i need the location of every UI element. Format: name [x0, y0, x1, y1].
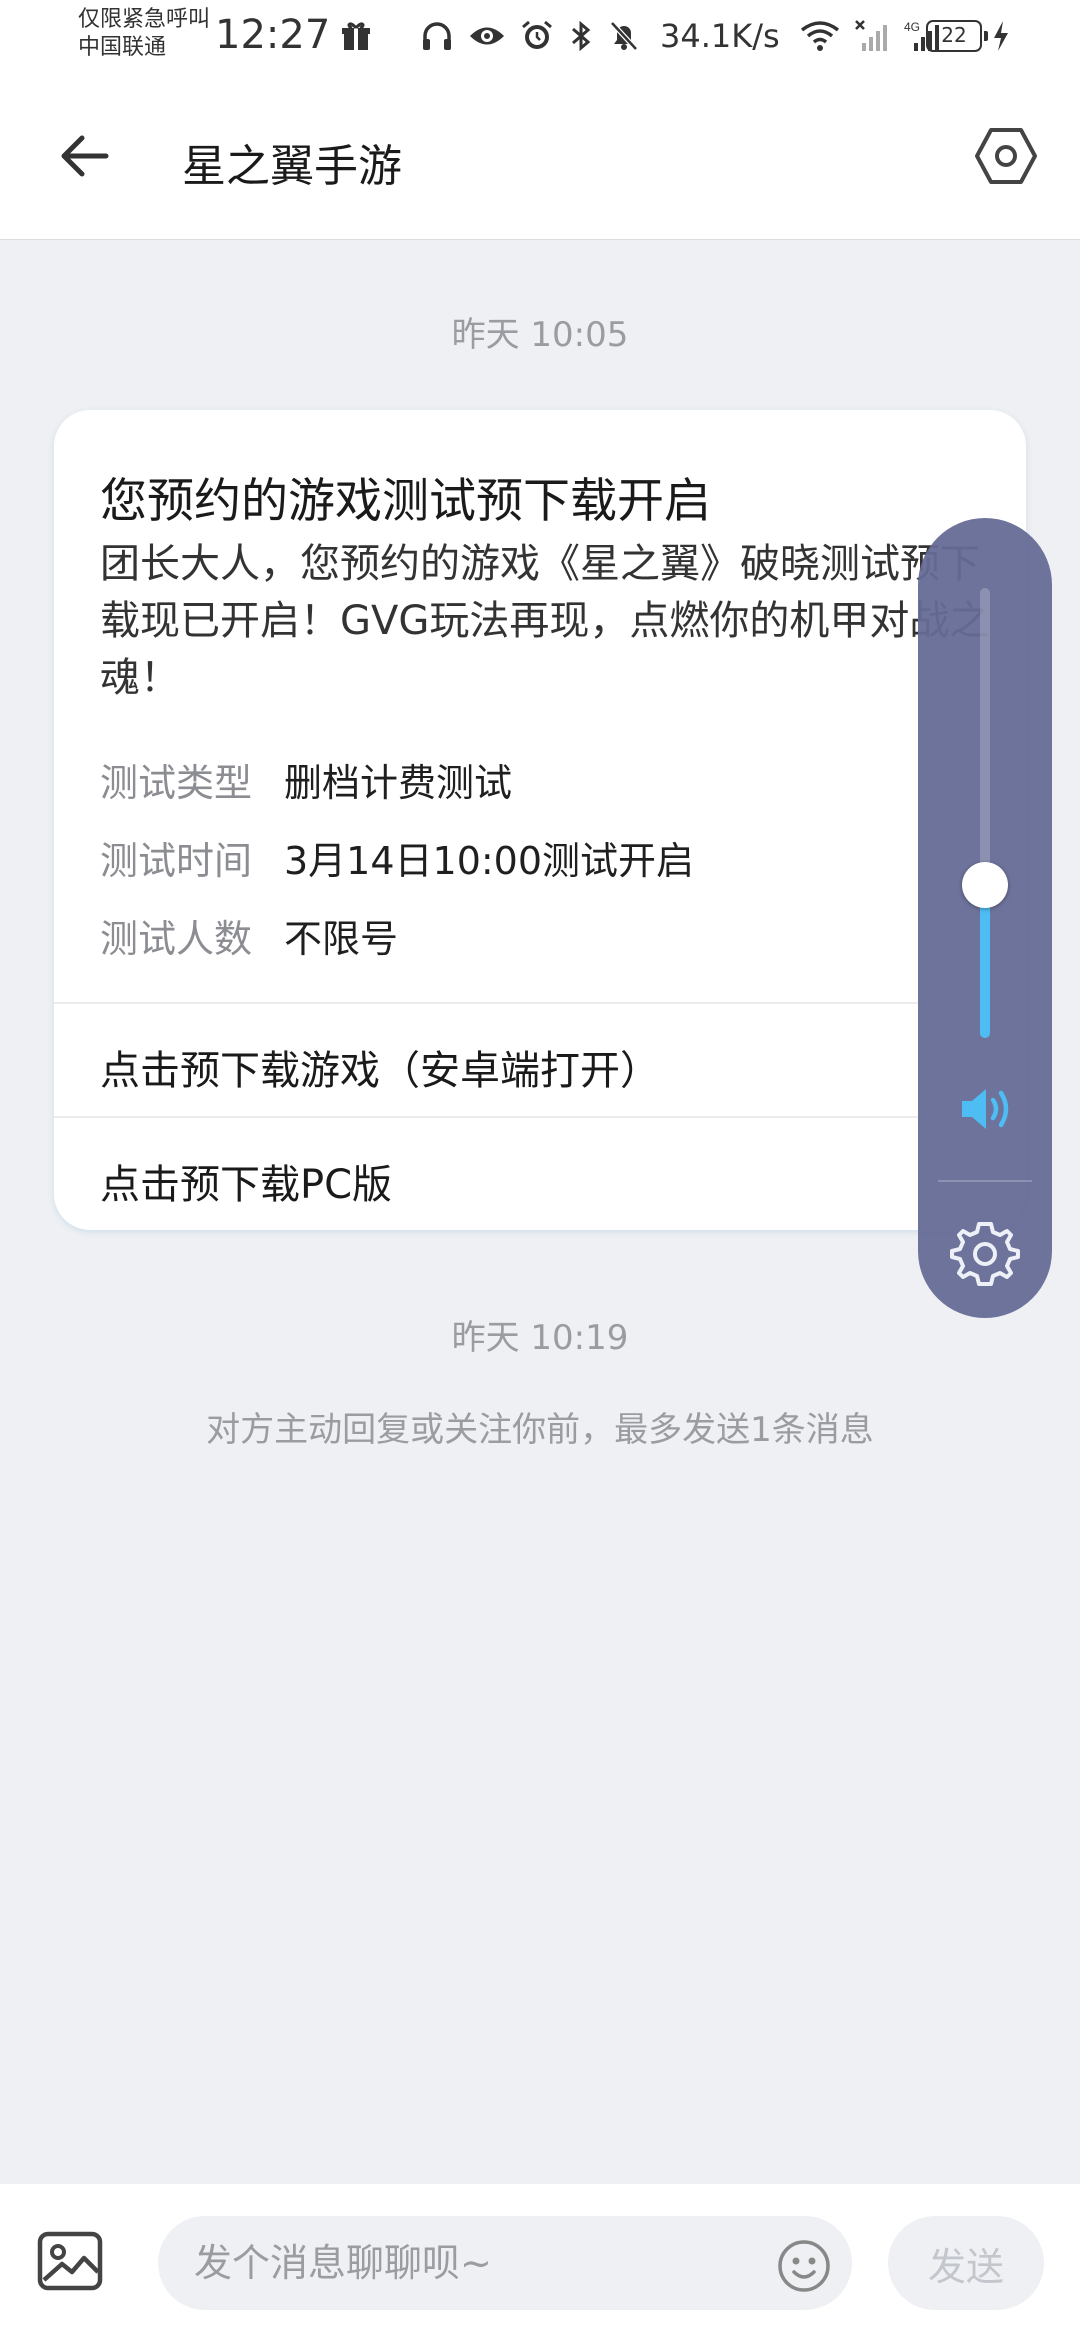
chat-header: 星之翼手游 [0, 80, 1080, 240]
charging-icon [994, 21, 1008, 51]
info-label: 测试类型 [100, 761, 253, 805]
settings-button[interactable] [968, 118, 1044, 194]
info-label: 测试人数 [100, 917, 253, 961]
speaker-icon[interactable] [956, 1084, 1016, 1134]
bluetooth-icon [572, 20, 591, 52]
info-label: 测试时间 [100, 839, 253, 883]
message-timestamp: 昨天 10:19 [451, 1318, 629, 1358]
hexagon-settings-icon [975, 128, 1037, 184]
volume-slider-handle[interactable] [962, 862, 1008, 908]
network-type-label: 4G [904, 20, 920, 34]
volume-panel [918, 518, 1052, 1318]
info-row-test-time: 测试时间 3月14日10:00测试开启 [100, 830, 694, 885]
gear-icon[interactable] [950, 1218, 1020, 1288]
message-limit-notice: 对方主动回复或关注你前，最多发送1条消息 [206, 1410, 874, 1450]
image-picker-icon[interactable] [36, 2230, 104, 2292]
net-speed: 34.1K/s [660, 17, 780, 55]
android-download-link[interactable]: 点击预下载游戏（安卓端打开） [100, 1038, 660, 1096]
signal-no-sim-icon [854, 20, 887, 51]
input-bar: 发送 [0, 2184, 1080, 2340]
info-row-test-count: 测试人数 不限号 [100, 908, 398, 963]
info-row-test-type: 测试类型 删档计费测试 [100, 752, 512, 807]
pc-download-link[interactable]: 点击预下载PC版 [100, 1152, 392, 1210]
volume-divider [938, 1180, 1032, 1182]
eye-icon [470, 27, 504, 45]
send-button[interactable]: 发送 [888, 2216, 1044, 2310]
carrier-info: 仅限紧急呼叫 中国联通 [78, 6, 210, 62]
info-value: 不限号 [284, 917, 399, 961]
back-button[interactable] [48, 120, 120, 192]
carrier-line-1: 仅限紧急呼叫 [78, 7, 211, 32]
card-body: 团长大人，您预约的游戏《星之翼》破晓测试预下载现已开启！GVG玩法再现，点燃你的… [100, 541, 990, 701]
alarm-icon [522, 20, 552, 49]
status-time: 12:27 [215, 12, 331, 58]
status-bar: 仅限紧急呼叫 中国联通 12:27 34.1K/s 4G 22 [0, 0, 1080, 80]
card-divider [54, 1002, 1026, 1004]
card-divider [54, 1116, 1026, 1118]
battery-level: 22 [941, 23, 967, 47]
wifi-icon [800, 21, 839, 51]
volume-slider[interactable] [980, 588, 990, 1038]
message-timestamp: 昨天 10:05 [451, 315, 629, 355]
arrow-left-icon [61, 135, 109, 177]
message-card: 您预约的游戏测试预下载开启 团长大人，您预约的游戏《星之翼》破晓测试预下载现已开… [54, 410, 1026, 1230]
info-value: 删档计费测试 [284, 761, 513, 805]
bell-off-icon [610, 21, 638, 51]
message-input[interactable] [158, 2216, 852, 2310]
info-value: 3月14日10:00测试开启 [284, 839, 695, 883]
card-title: 您预约的游戏测试预下载开启 [100, 474, 711, 529]
headphones-icon [423, 22, 451, 50]
carrier-line-2: 中国联通 [78, 35, 167, 60]
battery-icon: 22 [926, 20, 988, 52]
status-icons: 34.1K/s 4G [340, 14, 944, 58]
gift-icon [342, 22, 370, 50]
page-title: 星之翼手游 [182, 141, 402, 192]
emoji-icon[interactable] [776, 2238, 832, 2294]
